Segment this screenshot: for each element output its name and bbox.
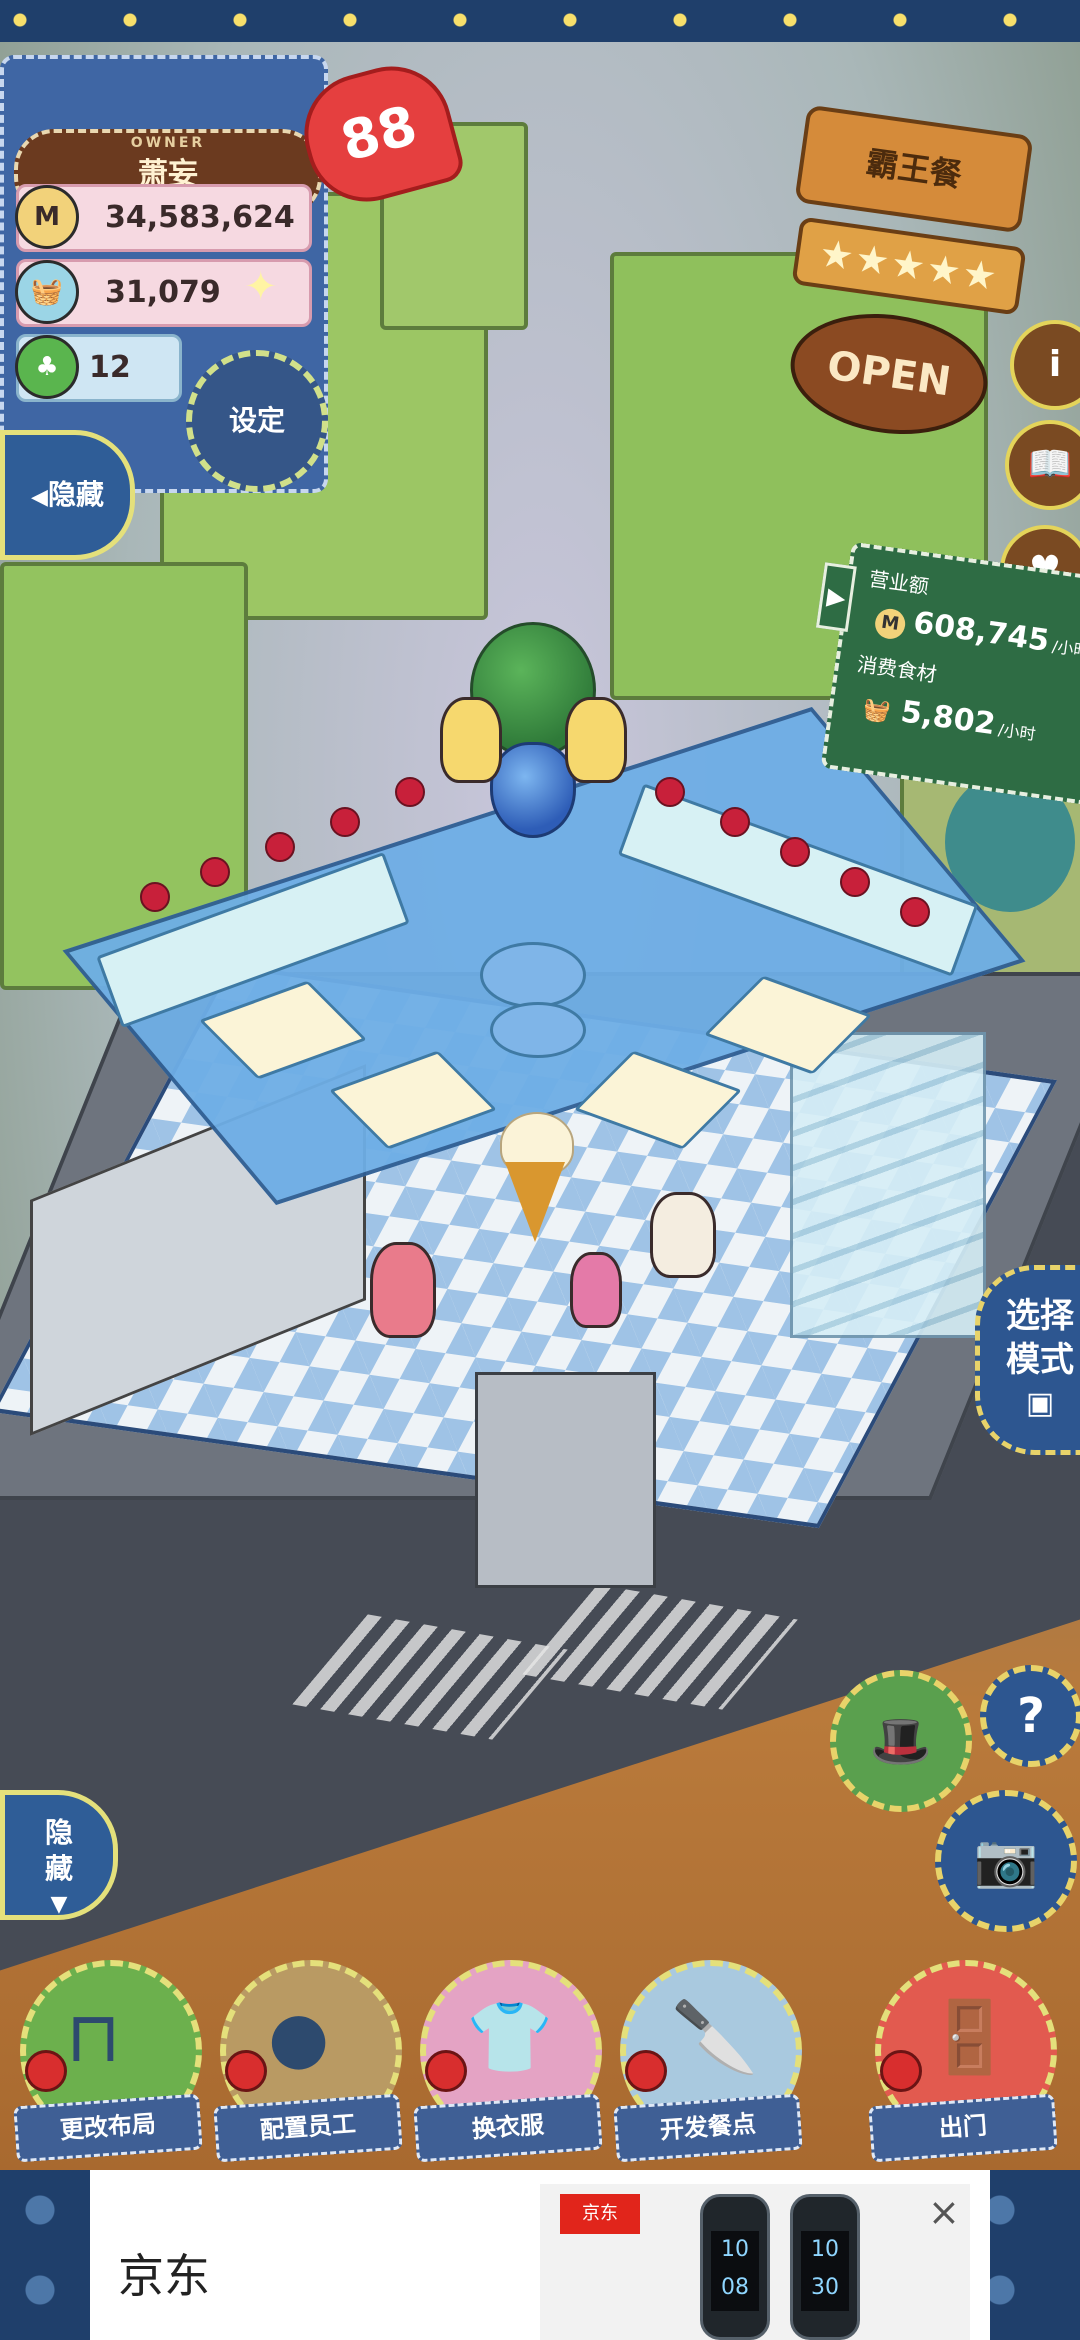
fruit-plate [200, 857, 230, 887]
customer-character[interactable] [570, 1252, 622, 1328]
pin-icon [880, 2050, 922, 2092]
glass-stairs[interactable] [790, 1032, 986, 1338]
door-icon: 🚪 [926, 1996, 1014, 2078]
pin-icon [25, 2050, 67, 2092]
ad-banner[interactable]: 京东 京东 10 08 10 30 × [90, 2170, 990, 2340]
hat-icon: 🎩 [869, 1712, 933, 1770]
ingredients-basket-icon: 🧺 [861, 697, 892, 726]
shirt-icon: 👕 [466, 1996, 554, 2078]
coins-value: 34,583,624 [105, 200, 295, 235]
fruit-plate [395, 777, 425, 807]
consumed-row: 🧺 5,802/小时 [861, 689, 1039, 751]
camera-icon: 📷 [973, 1831, 1039, 1891]
settings-button[interactable]: 设定 [186, 350, 328, 492]
fruit-plate [140, 882, 170, 912]
staff-character[interactable] [565, 697, 627, 783]
pin-icon [225, 2050, 267, 2092]
coins-stat: M 34,583,624 [15, 184, 312, 252]
table-icon: ⊓ [66, 1996, 121, 2078]
coin-icon: M [873, 606, 908, 641]
arrow-down-icon: ▼ [50, 1892, 68, 1917]
select-mode-button[interactable]: 选择 模式 ▣ [975, 1265, 1080, 1455]
fruit-plate [655, 777, 685, 807]
round-table[interactable] [480, 942, 586, 1008]
income-board[interactable]: ▶ 营业额 M 608,745/小时 消费食材 🧺 5,802/小时 [815, 541, 1080, 807]
fruit-plate [840, 867, 870, 897]
mode-label-2: 模式 [1006, 1340, 1074, 1380]
consumed-label: 消费食材 [855, 651, 939, 687]
revenue-label: 营业额 [867, 566, 931, 599]
fruit-plate [780, 837, 810, 867]
cube-icon: ▣ [1025, 1386, 1055, 1421]
book-icon: 📖 [1027, 444, 1073, 485]
ad-title: 京东 [118, 2249, 210, 2303]
help-icon: ? [1017, 1688, 1045, 1744]
dock-go-out[interactable]: 🚪 出门 [868, 1960, 1058, 2163]
revenue-value: 608,745 [911, 605, 1052, 659]
owner-label: OWNER [130, 135, 206, 151]
dock-assign-staff[interactable]: ● 配置员工 [213, 1960, 403, 2163]
help-button[interactable]: ? [980, 1665, 1080, 1767]
mode-label-1: 选择 [1006, 1296, 1074, 1336]
band-screen: 10 08 [711, 2231, 759, 2311]
top-star-border [0, 0, 1080, 42]
ingredients-value: 31,079 [105, 275, 221, 310]
dock-develop-dishes[interactable]: 🔪 开发餐点 [613, 1960, 803, 2163]
fruit-plate [265, 832, 295, 862]
fitness-band: 10 08 [700, 2194, 770, 2340]
fitness-band: 10 30 [790, 2194, 860, 2340]
customer-character[interactable] [650, 1192, 716, 1278]
clovers-value: 12 [89, 350, 131, 385]
hide-label-1: 隐 [44, 1816, 73, 1849]
fruit-plate [720, 807, 750, 837]
knife-icon: 🔪 [671, 1996, 759, 2078]
close-icon[interactable]: × [928, 2190, 960, 2234]
hide-panel-button[interactable]: ◀隐藏 [0, 430, 135, 560]
sparkle-icon: ✦ [244, 264, 278, 310]
hide-label-2: 藏 [44, 1852, 73, 1885]
pin-icon [425, 2050, 467, 2092]
refrigerator[interactable] [475, 1372, 656, 1588]
consumed-value: 5,802 [898, 694, 998, 743]
customer-character[interactable] [370, 1242, 436, 1338]
hide-dock-button[interactable]: 隐 藏 ▼ [0, 1790, 118, 1920]
staff-character[interactable] [440, 697, 502, 783]
clovers-stat: ♣ 12 [15, 334, 182, 402]
bear-head-icon: ● [268, 1996, 330, 2078]
pin-icon [625, 2050, 667, 2092]
ingredients-basket-icon: 🧺 [15, 260, 79, 324]
ad-image[interactable]: 京东 10 08 10 30 [540, 2184, 970, 2340]
fruit-plate [330, 807, 360, 837]
clover-icon: ♣ [15, 335, 79, 399]
consumed-unit: /小时 [997, 720, 1037, 745]
fruit-plate [900, 897, 930, 927]
hat-button[interactable]: 🎩 [830, 1670, 972, 1812]
ice-cream-cone [505, 1162, 565, 1242]
jd-logo: 京东 [560, 2194, 640, 2234]
dock-change-clothes[interactable]: 👕 换衣服 [413, 1960, 603, 2163]
coin-icon: M [15, 185, 79, 249]
hide-label: 隐藏 [47, 478, 104, 511]
round-table[interactable] [490, 1002, 586, 1058]
arrow-left-icon: ◀ [31, 485, 48, 510]
dock-change-layout[interactable]: ⊓ 更改布局 [13, 1960, 203, 2163]
camera-button[interactable]: 📷 [935, 1790, 1077, 1932]
band-screen: 10 30 [801, 2231, 849, 2311]
revenue-unit: /小时 [1050, 636, 1080, 661]
shaved-ice-decor [490, 742, 576, 838]
